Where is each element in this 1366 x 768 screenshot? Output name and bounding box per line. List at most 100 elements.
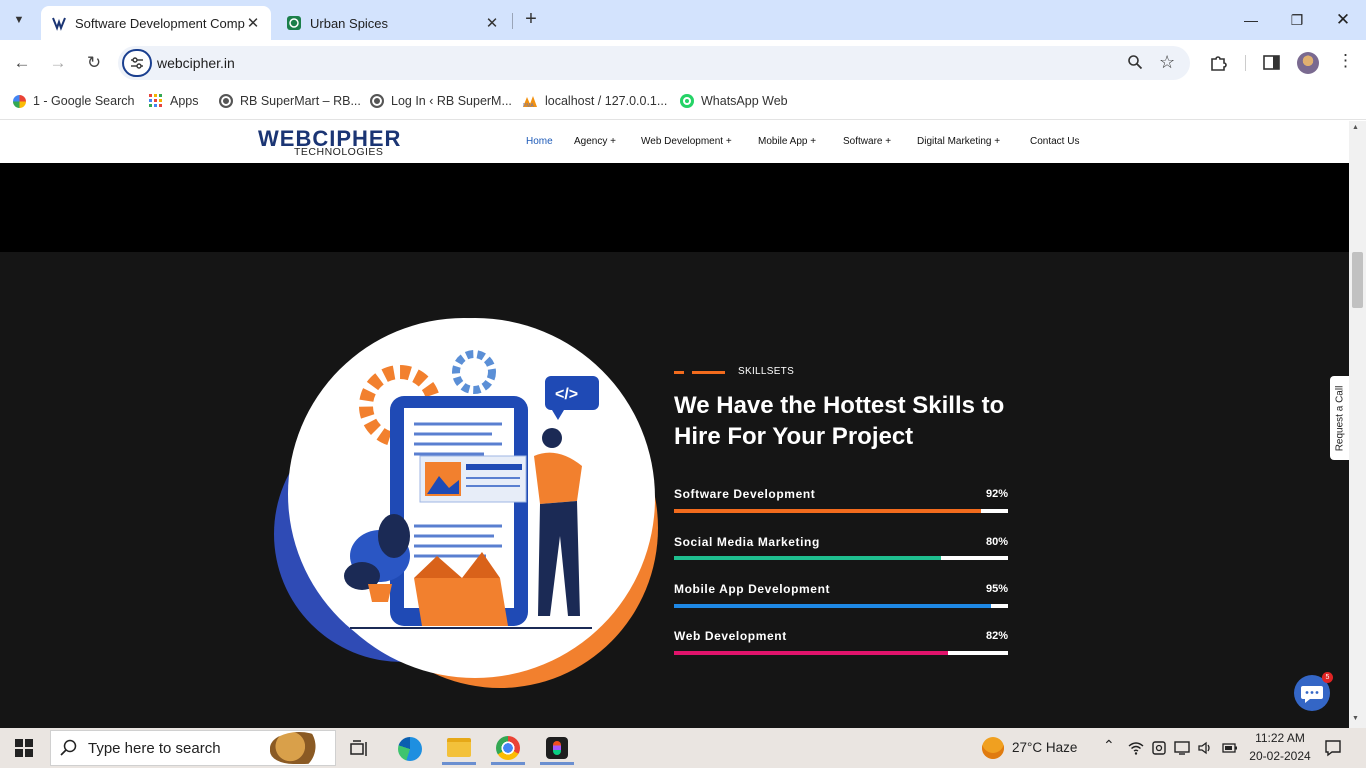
bookmark-google-search[interactable]: 1 - Google Search	[13, 92, 134, 110]
weather-haze-icon[interactable]	[982, 737, 1004, 759]
bookmark-label: 1 - Google Search	[33, 94, 135, 108]
minimize-icon[interactable]: —	[1228, 0, 1274, 40]
tab-title: Urban Spices	[310, 15, 389, 31]
figma-icon[interactable]	[540, 733, 574, 765]
phpmyadmin-icon: PMA	[523, 96, 537, 108]
site-info-tune-icon[interactable]	[122, 49, 152, 77]
close-tab-icon[interactable]: ✕	[245, 15, 261, 32]
windows-start-icon[interactable]	[0, 728, 48, 768]
search-icon	[60, 739, 77, 756]
restore-icon[interactable]: ❐	[1274, 0, 1320, 40]
zoom-icon[interactable]	[1127, 54, 1143, 70]
reload-icon[interactable]: ↻	[83, 52, 105, 74]
apps-grid-icon	[149, 94, 162, 107]
skill-progress-fill	[674, 604, 992, 608]
battery-icon[interactable]	[1222, 742, 1238, 754]
section-kicker: SKILLSETS	[738, 366, 795, 377]
nav-digital-marketing[interactable]: Digital Marketing +	[917, 136, 1000, 147]
weather-text[interactable]: 27°C Haze	[1012, 740, 1077, 755]
bookmark-whatsapp[interactable]: WhatsApp Web	[680, 92, 788, 110]
bookmark-label: localhost / 127.0.0.1...	[545, 94, 668, 108]
nav-software[interactable]: Software +	[843, 136, 891, 147]
request-a-call-tab[interactable]: Request a Call	[1330, 376, 1350, 460]
task-view-icon[interactable]	[343, 733, 377, 765]
logo-subtitle: TECHNOLOGIES	[294, 146, 384, 158]
globe-icon	[219, 94, 233, 108]
nav-contact-us[interactable]: Contact Us	[1030, 136, 1079, 147]
google-icon	[13, 94, 26, 108]
toolbar-divider	[1245, 55, 1246, 71]
nav-web-development[interactable]: Web Development +	[641, 136, 732, 147]
tab-urban-spices[interactable]: Urban Spices ✕	[276, 6, 510, 40]
tray-overflow-chevron-icon[interactable]: ⌃	[1103, 737, 1115, 754]
bookmark-apps[interactable]: Apps	[149, 92, 199, 110]
back-arrow-icon[interactable]: ←	[11, 52, 33, 74]
whatsapp-icon	[680, 94, 694, 108]
file-explorer-icon[interactable]	[442, 733, 476, 765]
chat-unread-badge: 5	[1322, 672, 1333, 683]
menu-dots-icon[interactable]: ⋮	[1337, 52, 1354, 70]
skill-name: Web Development	[674, 629, 787, 643]
tab-active[interactable]: Software Development Compar ✕	[41, 6, 271, 40]
extensions-puzzle-icon[interactable]	[1209, 54, 1227, 72]
skill-progress-fill	[674, 509, 982, 513]
skill-percent: 80%	[985, 536, 1008, 548]
skill-progress-bar	[674, 604, 1008, 608]
skill-progress-bar	[674, 509, 1008, 513]
new-tab-plus-icon[interactable]: +	[520, 9, 542, 31]
skill-percent: 95%	[985, 583, 1008, 595]
tab-divider	[512, 13, 513, 29]
skill-progress-fill	[674, 651, 948, 655]
skills-illustration: </>	[274, 318, 658, 688]
scroll-up-arrow-icon[interactable]: ▲	[1352, 124, 1359, 131]
notification-center-icon[interactable]	[1324, 739, 1342, 757]
bookmark-localhost[interactable]: PMA localhost / 127.0.0.1...	[522, 92, 667, 110]
skill-name: Mobile App Development	[674, 582, 831, 596]
tab-search-chevron-icon[interactable]: ▼	[8, 9, 30, 31]
clock-time[interactable]: 11:22 AM	[1252, 731, 1308, 745]
chrome-icon[interactable]	[491, 733, 525, 765]
skill-percent: 92%	[985, 488, 1008, 500]
network-wifi-icon[interactable]	[1128, 741, 1144, 755]
bookmark-label: Apps	[170, 94, 199, 108]
urban-spices-favicon	[287, 16, 301, 30]
request-call-label: Request a Call	[1334, 385, 1346, 451]
profile-avatar[interactable]	[1297, 52, 1319, 74]
bookmark-star-icon[interactable]: ☆	[1159, 52, 1175, 73]
close-tab-icon[interactable]: ✕	[484, 15, 500, 32]
skill-name: Software Development	[674, 487, 816, 501]
clock-date[interactable]: 20-02-2024	[1248, 749, 1312, 763]
address-bar[interactable]	[118, 46, 1190, 80]
svg-text:PMA: PMA	[523, 103, 535, 108]
forward-arrow-icon[interactable]: →	[47, 52, 69, 74]
skill-progress-fill	[674, 556, 942, 560]
side-panel-icon[interactable]	[1263, 55, 1280, 70]
nav-agency[interactable]: Agency +	[574, 136, 616, 147]
bookmark-rb-login[interactable]: Log In ‹ RB SuperM...	[370, 92, 512, 110]
page-scrollbar[interactable]	[1349, 121, 1366, 728]
hero-bottom-band	[0, 163, 1349, 252]
meet-now-icon[interactable]	[1152, 740, 1166, 756]
globe-icon	[370, 94, 384, 108]
tab-title: Software Development Compar	[75, 15, 245, 31]
taskbar-search-placeholder[interactable]: Type here to search	[88, 740, 221, 757]
bookmark-label: Log In ‹ RB SuperM...	[391, 94, 512, 108]
close-window-icon[interactable]: ✕	[1320, 0, 1366, 40]
skill-name: Social Media Marketing	[674, 535, 820, 549]
url-text[interactable]: webcipher.in	[157, 55, 235, 71]
scroll-down-arrow-icon[interactable]: ▼	[1352, 715, 1359, 722]
nav-home[interactable]: Home	[526, 136, 553, 147]
edge-browser-icon[interactable]	[393, 733, 427, 765]
bookmark-rb-supermart[interactable]: RB SuperMart – RB...	[219, 92, 361, 110]
webcipher-favicon	[52, 17, 66, 31]
kicker-dash-short	[674, 371, 684, 374]
security-monitor-icon[interactable]	[1174, 740, 1190, 756]
bookmark-label: RB SuperMart – RB...	[240, 94, 361, 108]
muffin-search-highlight-icon	[270, 732, 328, 764]
bookmark-label: WhatsApp Web	[701, 94, 788, 108]
scrollbar-thumb[interactable]	[1352, 252, 1363, 308]
skill-progress-bar	[674, 556, 1008, 560]
nav-mobile-app[interactable]: Mobile App +	[758, 136, 816, 147]
volume-speaker-icon[interactable]	[1197, 740, 1213, 756]
skill-percent: 82%	[985, 630, 1008, 642]
